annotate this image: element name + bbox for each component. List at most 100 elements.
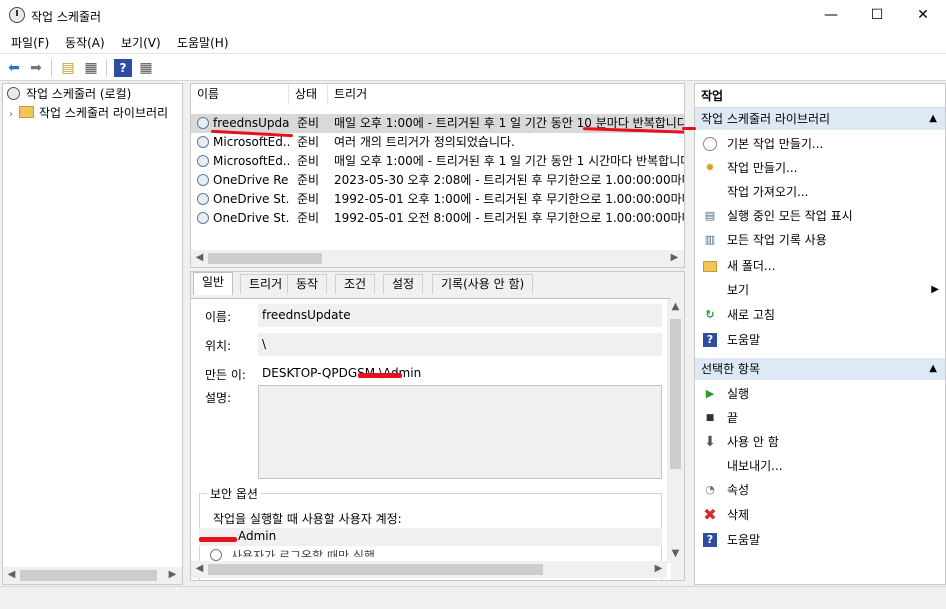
submenu-arrow-icon: ▶	[931, 284, 939, 295]
section-selected-item[interactable]: 선택한 항목 ▲	[695, 358, 945, 380]
security-account-field[interactable]: Admin	[199, 528, 662, 546]
details-vertical-scrollbar[interactable]: ▲ ▼	[667, 299, 684, 563]
security-account-label: 작업을 실행할 때 사용할 사용자 계정:	[213, 512, 402, 526]
scroll-thumb[interactable]	[670, 319, 681, 469]
task-icon	[197, 136, 209, 148]
back-arrow-icon[interactable]: ⬅	[5, 59, 23, 77]
actions-pane: 작업 작업 스케줄러 라이브러리 ▲ 기본 작업 만들기... ✸ 작업 만들기.…	[694, 83, 946, 585]
task-icon	[197, 117, 209, 129]
menu-help[interactable]: 도움말(H)	[177, 34, 229, 51]
scroll-right-arrow-icon[interactable]: ▶	[164, 567, 181, 584]
scroll-left-arrow-icon[interactable]: ◀	[191, 561, 208, 578]
toolbar: ⬅ ➡ ▤ ▦ ? ▦	[0, 53, 946, 81]
action-import-task[interactable]: 작업 가져오기...	[695, 180, 945, 204]
action-properties[interactable]: ◔ 속성	[695, 478, 945, 502]
close-button[interactable]: ✕	[900, 0, 946, 31]
description-label: 설명:	[205, 391, 232, 405]
action-end[interactable]: ■ 끝	[695, 406, 945, 430]
action-new-folder[interactable]: 새 폴더...	[695, 254, 945, 278]
location-label: 위치:	[205, 339, 232, 353]
column-header-status[interactable]: 상태	[289, 84, 328, 105]
description-field[interactable]	[258, 385, 662, 479]
tab-triggers[interactable]: 트리거	[240, 274, 292, 294]
maximize-button[interactable]: ☐	[854, 0, 900, 31]
details-horizontal-scrollbar[interactable]: ◀ ▶	[191, 561, 667, 578]
forward-arrow-icon[interactable]: ➡	[27, 59, 45, 77]
status-bar	[0, 586, 946, 609]
section-library[interactable]: 작업 스케줄러 라이브러리 ▲	[695, 108, 945, 130]
scroll-up-arrow-icon[interactable]: ▲	[667, 299, 684, 316]
action-delete[interactable]: ✖ 삭제	[695, 503, 945, 527]
action-enable-history[interactable]: ▥ 모든 작업 기록 사용	[695, 228, 945, 252]
scroll-left-arrow-icon[interactable]: ◀	[191, 250, 208, 267]
table-row[interactable]: OneDrive St... 준비 1992-05-01 오전 8:00에 - …	[191, 209, 684, 228]
task-icon	[197, 155, 209, 167]
action-show-running-tasks[interactable]: ▤ 실행 중인 모든 작업 표시	[695, 204, 945, 228]
task-list-horizontal-scrollbar[interactable]: ◀ ▶	[191, 250, 684, 267]
toolbar-separator	[106, 59, 107, 77]
collapse-up-icon[interactable]: ▲	[929, 358, 937, 380]
collapse-up-icon[interactable]: ▲	[929, 108, 937, 130]
table-row[interactable]: MicrosoftEd... 준비 매일 오후 1:00에 - 트리거된 후 1…	[191, 152, 684, 171]
tree-horizontal-scrollbar[interactable]: ◀ ▶	[3, 567, 182, 584]
menu-file[interactable]: 파일(F)	[11, 34, 49, 51]
radio-logged-on[interactable]	[210, 549, 222, 561]
action-create-task[interactable]: ✸ 작업 만들기...	[695, 156, 945, 180]
action-run[interactable]: ▶ 실행	[695, 382, 945, 406]
radio-logged-on-label: 사용자가 로그온할 때만 실행	[231, 549, 375, 557]
action-disable[interactable]: ⬇ 사용 안 함	[695, 430, 945, 454]
action-export[interactable]: 내보내기...	[695, 454, 945, 478]
chevron-right-icon[interactable]: ›	[9, 109, 13, 120]
tree-library[interactable]: › 작업 스케줄러 라이브러리	[9, 104, 168, 122]
tab-general[interactable]: 일반	[193, 272, 234, 295]
tab-history[interactable]: 기록(사용 안 함)	[432, 274, 534, 294]
tab-conditions[interactable]: 조건	[335, 274, 376, 294]
create-task-icon: ✸	[705, 161, 715, 174]
scroll-thumb[interactable]	[208, 253, 322, 264]
red-annotation	[682, 127, 696, 130]
run-icon: ▶	[705, 387, 715, 400]
clock-icon	[7, 87, 20, 100]
scroll-thumb[interactable]	[208, 564, 543, 575]
location-field[interactable]: \	[258, 333, 662, 356]
general-tab-panel: 이름: freednsUpdate 위치: \ 만든 이: DESKTOP-QP…	[191, 298, 671, 580]
scroll-thumb[interactable]	[20, 570, 157, 581]
name-field[interactable]: freednsUpdate	[258, 304, 662, 327]
help-icon[interactable]: ?	[114, 59, 132, 77]
console-tree: 작업 스케줄러 (로컬) › 작업 스케줄러 라이브러리 ◀ ▶	[2, 83, 183, 585]
tab-settings[interactable]: 설정	[383, 274, 424, 294]
action-help[interactable]: ? 도움말	[695, 328, 945, 352]
action-refresh[interactable]: ↻ 새로 고침	[695, 303, 945, 327]
menu-view[interactable]: 보기(V)	[121, 34, 161, 51]
show-hide-action-pane-icon[interactable]: ▦	[137, 59, 155, 77]
up-folder-icon[interactable]: ▤	[59, 59, 77, 77]
disable-icon: ⬇	[704, 434, 716, 450]
column-header-name[interactable]: 이름	[191, 84, 289, 105]
action-view[interactable]: 보기 ▶	[695, 278, 945, 302]
table-row[interactable]: MicrosoftEd... 준비 여러 개의 트리거가 정의되었습니다.	[191, 133, 684, 152]
task-details: 일반 트리거 동작 조건 설정 기록(사용 안 함) 이름: freednsUp…	[190, 271, 685, 581]
menu-action[interactable]: 동작(A)	[65, 34, 105, 51]
tree-root[interactable]: 작업 스케줄러 (로컬)	[7, 85, 131, 103]
task-list: 이름 상태 트리거 freednsUpda... 준비 매일 오후 1:00에 …	[190, 83, 685, 268]
task-scheduler-icon	[9, 7, 25, 23]
scroll-left-arrow-icon[interactable]: ◀	[3, 567, 20, 584]
minimize-button[interactable]: —	[808, 0, 854, 31]
table-row[interactable]: OneDrive St... 준비 1992-05-01 오후 1:00에 - …	[191, 190, 684, 209]
running-tasks-icon: ▤	[704, 209, 716, 222]
table-row[interactable]: OneDrive Re... 준비 2023-05-30 오후 2:08에 - …	[191, 171, 684, 190]
scroll-right-arrow-icon[interactable]: ▶	[666, 250, 683, 267]
new-folder-icon	[703, 261, 717, 272]
column-header-trigger[interactable]: 트리거	[328, 84, 684, 105]
action-create-basic-task[interactable]: 기본 작업 만들기...	[695, 132, 945, 156]
show-hide-tree-icon[interactable]: ▦	[82, 59, 100, 77]
stop-icon: ■	[705, 413, 715, 423]
security-options-title: 보안 옵션	[207, 485, 261, 502]
author-field[interactable]: DESKTOP-QPDGSM \Admin	[258, 362, 662, 385]
scroll-right-arrow-icon[interactable]: ▶	[650, 561, 667, 578]
menu-bar: 파일(F) 동작(A) 보기(V) 도움말(H)	[0, 31, 946, 53]
tab-actions[interactable]: 동작	[287, 274, 328, 294]
folder-clock-icon	[19, 106, 34, 118]
scroll-down-arrow-icon[interactable]: ▼	[667, 546, 684, 563]
action-help-selected[interactable]: ? 도움말	[695, 528, 945, 552]
